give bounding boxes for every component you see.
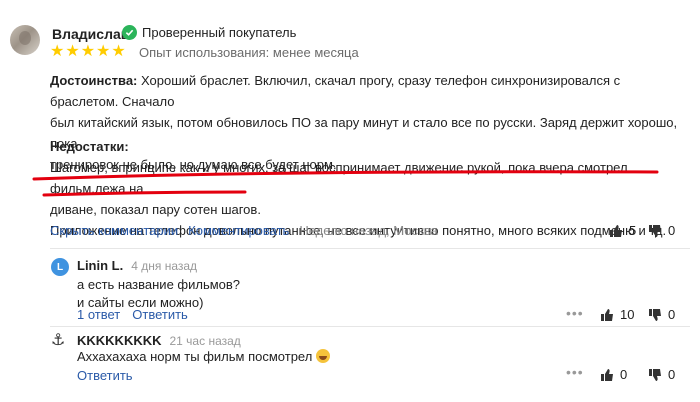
thumb-down-icon xyxy=(649,308,661,321)
laughing-emoji-icon xyxy=(315,349,330,363)
like-count: 0 xyxy=(620,367,628,382)
dislike-count: 0 xyxy=(668,367,676,382)
review-meta: Неделю назад, Москва xyxy=(299,223,438,238)
like-count: 10 xyxy=(620,307,635,322)
more-dots-icon[interactable]: ••• xyxy=(566,364,584,380)
review-actions: Скрыть комментарии Комментировать Неделю… xyxy=(50,223,438,238)
comment-header: KKKKKKKKK 21 час назад xyxy=(77,333,241,348)
dislike-button[interactable]: 0 xyxy=(648,307,675,322)
dislike-count: 0 xyxy=(668,223,676,238)
comment-actions: Ответить xyxy=(77,367,133,385)
comment-header: Linin L. 4 дня назад xyxy=(77,258,197,273)
comment-actions: 1 ответ Ответить xyxy=(77,307,188,322)
more-dots-icon[interactable]: ••• xyxy=(566,305,584,321)
reply-link[interactable]: Ответить xyxy=(132,307,188,322)
reply-link[interactable]: Ответить xyxy=(77,368,133,383)
like-button[interactable]: 5 xyxy=(609,223,636,238)
like-button[interactable]: 0 xyxy=(600,367,627,382)
divider xyxy=(50,248,690,249)
like-button[interactable]: 10 xyxy=(600,307,634,322)
thumb-down-icon xyxy=(649,368,661,381)
replies-link[interactable]: 1 ответ xyxy=(77,307,120,322)
comment-link[interactable]: Комментировать xyxy=(188,223,289,238)
comment-author[interactable]: KKKKKKKKK xyxy=(77,333,162,348)
comment-time: 4 дня назад xyxy=(131,259,198,273)
anchor-icon[interactable]: ⚓ xyxy=(51,330,65,350)
dislike-count: 0 xyxy=(668,307,676,322)
dislike-button[interactable]: 0 xyxy=(648,223,675,238)
like-count: 5 xyxy=(629,223,637,238)
comment-text-line: Аххахахаха норм ты фильм посмотрел xyxy=(77,349,313,364)
hide-comments-link[interactable]: Скрыть комментарии xyxy=(50,223,178,238)
thumb-up-icon xyxy=(601,308,613,321)
thumb-down-icon xyxy=(649,224,661,237)
divider xyxy=(50,326,690,327)
comment-avatar[interactable]: L xyxy=(51,258,69,276)
thumb-up-icon xyxy=(610,224,622,237)
thumb-up-icon xyxy=(601,368,613,381)
comment-author[interactable]: Linin L. xyxy=(77,258,123,273)
comment-text-line: а есть название фильмов? xyxy=(77,277,241,292)
dislike-button[interactable]: 0 xyxy=(648,367,675,382)
comment-body: Аххахахаха норм ты фильм посмотрел xyxy=(77,348,330,366)
comment-time: 21 час назад xyxy=(169,334,241,348)
